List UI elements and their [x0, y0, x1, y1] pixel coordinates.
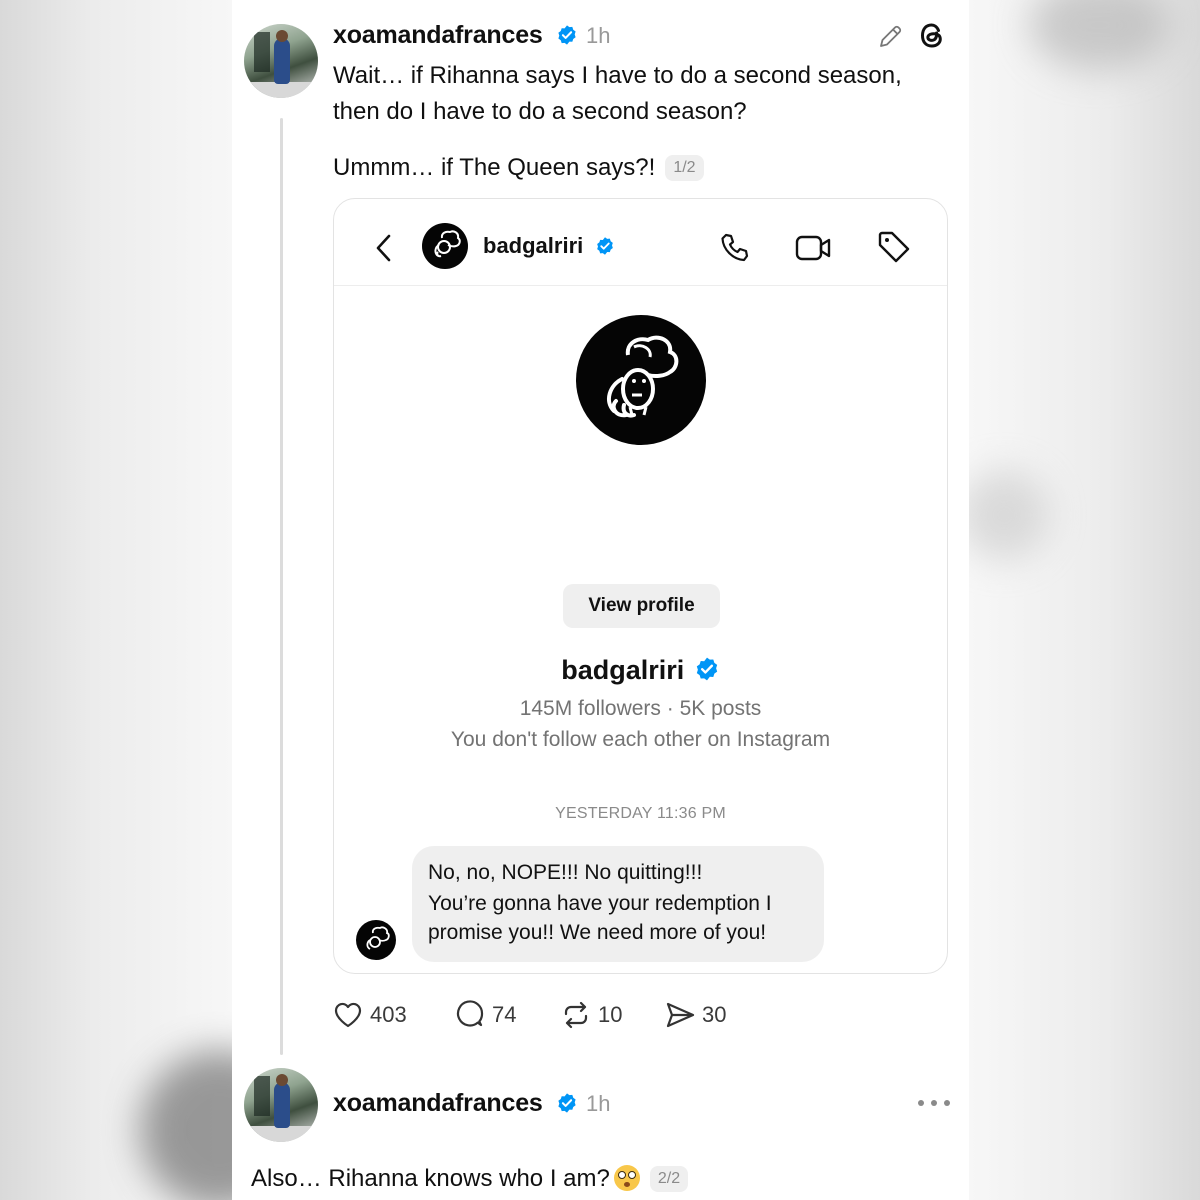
badgalriri-avatar-large[interactable] [576, 315, 706, 445]
blurred-background-left [0, 0, 232, 1200]
dm-header: badgalriri [334, 199, 947, 286]
blurred-background-right [969, 0, 1200, 1200]
share-button[interactable]: 30 [664, 995, 726, 1035]
post-time: 1h [586, 23, 611, 48]
threads-feed: xoamandafrances 1h Wait… if Rihanna says… [232, 0, 969, 1200]
more-options-icon[interactable] [918, 1097, 950, 1109]
message-sender-avatar[interactable] [356, 920, 396, 960]
verified-badge-icon [597, 237, 613, 255]
repost-button[interactable]: 10 [560, 995, 622, 1035]
thread-connector-line [280, 118, 283, 1055]
video-camera-icon[interactable] [794, 231, 834, 265]
back-chevron-icon[interactable] [374, 233, 394, 263]
repost-count: 10 [598, 1002, 623, 1027]
post-action-bar: 403 74 10 30 [332, 995, 852, 1035]
verified-badge-icon [558, 25, 576, 45]
verified-badge-icon [696, 657, 717, 681]
badgalriri-avatar-small[interactable] [422, 223, 468, 269]
post-text-line-content: Ummm… if The Queen says?! [333, 154, 656, 181]
reply-button[interactable]: 74 [454, 995, 516, 1035]
like-button[interactable]: 403 [332, 995, 407, 1035]
post-username[interactable]: xoamandafrances [333, 1089, 543, 1118]
send-plane-icon [666, 1002, 695, 1028]
repost-icon [564, 1001, 588, 1029]
dm-header-username[interactable]: badgalriri [483, 233, 583, 259]
post-text-line: Ummm… if The Queen says?! 1/2 [333, 150, 704, 186]
view-profile-button[interactable]: View profile [563, 584, 720, 628]
user-avatar[interactable] [244, 1068, 318, 1142]
share-count: 30 [702, 1002, 727, 1027]
flushed-face-emoji-icon [613, 1165, 640, 1191]
dm-profile-name: badgalriri [334, 655, 947, 686]
heart-icon [334, 1002, 362, 1028]
post-text-line: Also… Rihanna knows who I am? 2/2 [251, 1161, 689, 1197]
reply-count: 74 [492, 1002, 517, 1027]
post-text-line: then do I have to do a second season? [333, 98, 747, 125]
message-line: You’re gonna have your redemption I [428, 892, 772, 915]
blur-shape [140, 1050, 232, 1200]
thread-pager: 2/2 [649, 1166, 689, 1192]
post-username[interactable]: xoamandafrances [333, 21, 543, 50]
post-text-line-content: Also… Rihanna knows who I am? [251, 1165, 610, 1192]
message-line: promise you!! We need more of you! [428, 921, 767, 944]
user-avatar[interactable] [244, 24, 318, 98]
edit-pencil-icon[interactable] [876, 21, 906, 51]
dm-profile-stats: 145M followers · 5K posts [519, 697, 762, 720]
thread-pager: 1/2 [665, 155, 704, 181]
comment-bubble-icon [456, 1000, 484, 1027]
dm-profile-name-text: badgalriri [561, 655, 685, 685]
message-bubble[interactable]: No, no, NOPE!!! No quitting!!! You’re go… [412, 846, 824, 962]
like-count: 403 [370, 1002, 407, 1027]
post-text-line: Wait… if Rihanna says I have to do a sec… [333, 62, 902, 89]
dm-screenshot-card[interactable]: badgalriri badgalriri 145M followers · 5… [333, 198, 948, 974]
dm-follow-status: You don't follow each other on Instagram [450, 728, 831, 751]
tag-icon[interactable] [876, 229, 912, 265]
blur-shape [969, 470, 1049, 560]
blur-shape [1029, 0, 1169, 70]
post-time: 1h [586, 1091, 611, 1116]
verified-badge-icon [558, 1093, 576, 1113]
message-timestamp: YESTERDAY 11:36 PM [555, 805, 726, 822]
message-line: No, no, NOPE!!! No quitting!!! [428, 861, 703, 884]
phone-icon[interactable] [718, 231, 752, 265]
threads-logo-icon[interactable] [916, 19, 948, 51]
